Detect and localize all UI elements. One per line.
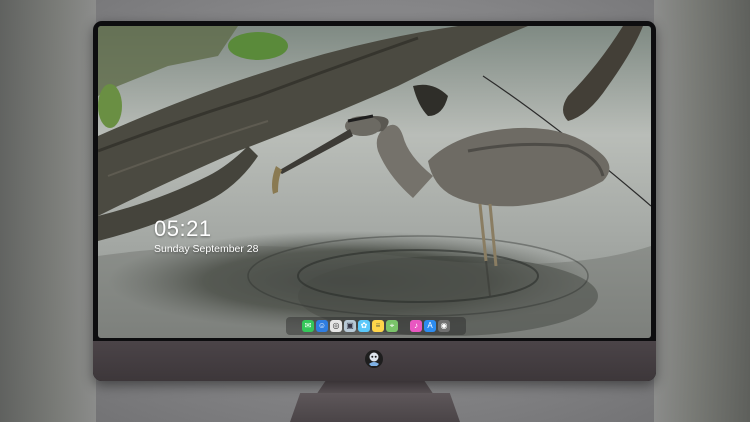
lockscreen-time: 05:21 bbox=[154, 216, 212, 241]
app-store-icon[interactable]: A bbox=[424, 320, 436, 332]
brand-logo-icon bbox=[365, 350, 383, 368]
monitor-stand-neck bbox=[316, 381, 434, 395]
monitor-stand-base bbox=[290, 393, 460, 422]
messages-icon[interactable]: ✉ bbox=[302, 320, 314, 332]
monitor-chin bbox=[93, 341, 656, 381]
safari-icon[interactable]: ◎ bbox=[330, 320, 342, 332]
dock: ✉ ☺ ◎ ▣ ✿ ≡ ⌖ ♪ A ◉ bbox=[286, 317, 466, 335]
photos-icon[interactable]: ✿ bbox=[358, 320, 370, 332]
camera-icon[interactable]: ◉ bbox=[438, 320, 450, 332]
lockscreen-date: Sunday September 28 bbox=[154, 243, 259, 255]
background-blur-left bbox=[0, 0, 96, 422]
screen: 05:21 Sunday September 28 ✉ ☺ ◎ ▣ ✿ ≡ ⌖ … bbox=[98, 26, 651, 338]
monitor: 05:21 Sunday September 28 ✉ ☺ ◎ ▣ ✿ ≡ ⌖ … bbox=[93, 21, 656, 381]
itunes-icon[interactable]: ♪ bbox=[410, 320, 422, 332]
maps-icon[interactable]: ⌖ bbox=[386, 320, 398, 332]
wallpaper-heron-image bbox=[98, 26, 651, 338]
background-blur-right bbox=[654, 0, 750, 422]
preview-icon[interactable]: ▣ bbox=[344, 320, 356, 332]
finder-icon[interactable]: ☺ bbox=[316, 320, 328, 332]
notes-icon[interactable]: ≡ bbox=[372, 320, 384, 332]
